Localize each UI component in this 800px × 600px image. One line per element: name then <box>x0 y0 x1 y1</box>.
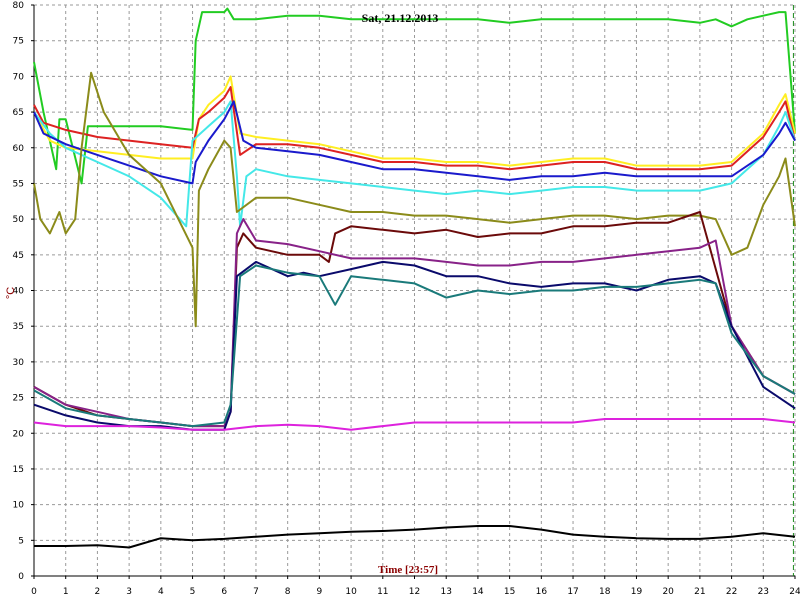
x-tick-label: 0 <box>31 587 37 597</box>
x-tick-label: 17 <box>567 587 578 597</box>
y-tick-label: 5 <box>18 536 24 546</box>
x-tick-label: 15 <box>504 587 515 597</box>
x-tick-label: 22 <box>726 587 737 597</box>
y-axis-label: °C <box>5 287 17 299</box>
y-tick-label: 10 <box>13 501 25 511</box>
x-tick-label: 24 <box>789 587 800 597</box>
x-tick-label: 19 <box>631 587 643 597</box>
y-tick-label: 60 <box>13 144 25 154</box>
y-tick-label: 0 <box>18 572 24 582</box>
x-axis-label: Time [23:57] <box>378 564 438 576</box>
series-line-12 <box>34 525 796 549</box>
x-tick-label: 8 <box>285 587 291 597</box>
x-tick-label: 18 <box>599 587 611 597</box>
y-tick-label: 55 <box>13 179 24 189</box>
y-tick-label: 30 <box>13 358 25 368</box>
x-tick-label: 5 <box>190 587 196 597</box>
y-tick-label: 80 <box>13 1 25 11</box>
y-tick-label: 15 <box>13 465 24 475</box>
x-tick-label: 14 <box>472 587 484 597</box>
x-tick-label: 16 <box>536 587 548 597</box>
x-tick-label: 10 <box>345 587 357 597</box>
x-tick-label: 3 <box>126 587 132 597</box>
x-tick-label: 7 <box>253 587 259 597</box>
y-tick-label: 75 <box>13 37 24 47</box>
y-tick-label: 20 <box>13 429 25 439</box>
chart-title: Sat, 21.12.2013 <box>362 11 439 25</box>
y-tick-label: 70 <box>13 72 25 82</box>
y-tick-label: 45 <box>13 251 24 261</box>
x-tick-label: 13 <box>440 587 451 597</box>
x-tick-label: 6 <box>221 587 227 597</box>
x-tick-label: 2 <box>95 587 101 597</box>
y-tick-label: 35 <box>13 322 24 332</box>
x-tick-label: 12 <box>409 587 420 597</box>
y-tick-label: 65 <box>13 108 24 118</box>
x-tick-labels: 0 1 2 3 4 5 6 7 8 9 10 11 12 13 14 15 16 17 18 19 20 21 22 23 24 <box>31 576 800 597</box>
x-tick-label: 20 <box>662 587 674 597</box>
y-tick-label: 50 <box>13 215 25 225</box>
x-tick-label: 9 <box>317 587 323 597</box>
x-tick-label: 11 <box>377 587 388 597</box>
grid <box>33 4 796 577</box>
x-tick-label: 4 <box>158 587 164 597</box>
temperature-chart: 0 1 2 3 4 5 6 7 8 9 10 11 12 13 14 15 16 17 18 19 20 21 22 23 24… <box>5 1 800 597</box>
x-tick-label: 1 <box>63 587 69 597</box>
x-tick-label: 23 <box>758 587 769 597</box>
y-tick-label: 25 <box>13 394 24 404</box>
x-tick-label: 21 <box>694 587 705 597</box>
